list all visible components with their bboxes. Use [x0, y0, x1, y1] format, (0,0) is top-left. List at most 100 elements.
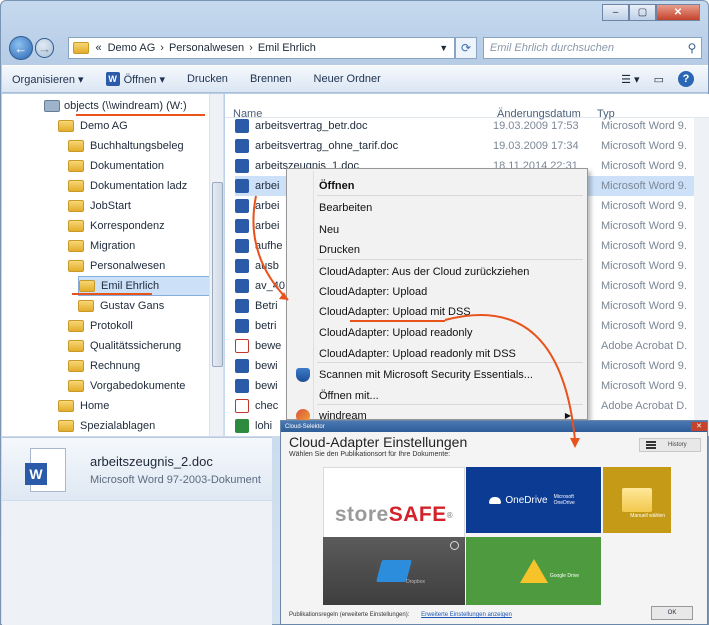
preview-pane-icon[interactable]: ▭ — [654, 73, 664, 86]
breadcrumb-separator-icon[interactable]: › — [160, 42, 164, 54]
refresh-button[interactable]: ⟳ — [455, 37, 477, 59]
context-menu-item[interactable]: Öffnen mit... — [289, 385, 585, 406]
file-type: Microsoft Word 9. — [601, 220, 687, 232]
tree-item[interactable]: Korrespondenz — [68, 216, 165, 236]
folder-icon — [68, 340, 84, 352]
search-icon[interactable]: ⚲ — [683, 41, 701, 55]
file-type: Microsoft Word 9. — [601, 380, 687, 392]
tree-item[interactable]: Home — [58, 396, 109, 416]
file-list-scrollbar[interactable] — [694, 118, 709, 436]
context-menu-item[interactable]: Drucken — [289, 239, 585, 260]
navigation-pane: objects (\\windream) (W:) Demo AG Buchhalt… — [2, 94, 224, 436]
back-button[interactable]: ← — [9, 36, 33, 60]
dropbox-label: Dropbox — [406, 579, 425, 585]
close-button[interactable]: ✕ — [656, 4, 700, 21]
tree-item[interactable]: Gustav Gans — [78, 296, 164, 316]
registered-mark: ® — [446, 510, 454, 520]
breadcrumb-demo-ag[interactable]: Demo AG — [108, 42, 156, 54]
context-menu-item[interactable]: CloudAdapter: Aus der Cloud zurückziehen — [289, 261, 585, 282]
word-icon — [235, 259, 249, 273]
onedrive-tile[interactable]: OneDrive Microsoft OneDrive — [466, 467, 601, 533]
tree-item[interactable]: Migration — [68, 236, 135, 256]
tree-item[interactable]: Rechnung — [68, 356, 140, 376]
file-type: Microsoft Word 9. — [601, 120, 687, 132]
tree-item[interactable]: Emil Ehrlich — [78, 276, 210, 296]
history-button[interactable]: History — [639, 438, 701, 452]
tree-item[interactable]: Qualitätssicherung — [68, 336, 181, 356]
tree-item[interactable]: objects (\\windream) (W:) — [44, 96, 187, 116]
minimize-button[interactable]: – — [602, 4, 629, 21]
grid-icon — [646, 441, 656, 449]
context-menu-item[interactable]: CloudAdapter: Upload — [289, 281, 585, 302]
address-row: ← → « Demo AG › Personalwesen › Emil Ehr… — [9, 35, 702, 61]
chevron-down-icon[interactable]: ▼ — [439, 43, 448, 53]
context-menu-item[interactable]: Bearbeiten — [289, 197, 585, 218]
context-menu-item[interactable]: CloudAdapter: Upload readonly — [289, 322, 585, 343]
word-icon: W — [105, 72, 120, 86]
search-placeholder: Emil Ehrlich durchsuchen — [489, 42, 615, 54]
context-menu-item[interactable]: CloudAdapter: Upload readonly mit DSS — [289, 343, 585, 364]
tree-item[interactable]: Vorgabedokumente — [68, 376, 185, 396]
print-button[interactable]: Drucken — [187, 73, 228, 85]
burn-button[interactable]: Brennen — [250, 73, 292, 85]
context-menu-label: Scannen mit Microsoft Security Essential… — [319, 368, 533, 381]
google-drive-tile[interactable]: Google Drive — [466, 537, 601, 605]
breadcrumb-overflow[interactable]: « — [95, 42, 101, 54]
help-icon[interactable]: ? — [678, 71, 694, 87]
tree-item[interactable]: Personalwesen — [68, 256, 165, 276]
file-type: Microsoft Word 9. — [601, 260, 687, 272]
dropbox-tile[interactable]: Dropbox — [323, 537, 465, 605]
google-drive-icon — [519, 559, 548, 583]
tree-item[interactable]: Demo AG — [58, 116, 128, 136]
breadcrumb-separator-icon[interactable]: › — [249, 42, 253, 54]
file-type: Microsoft Word 9. — [601, 180, 687, 192]
search-input[interactable]: Emil Ehrlich durchsuchen ⚲ — [482, 37, 702, 59]
tree-item-label: Spezialablagen — [80, 420, 156, 432]
file-type: Microsoft Word 9. — [601, 320, 687, 332]
context-menu-item[interactable]: Neu — [289, 219, 585, 240]
open-button[interactable]: W Öffnen ▾ — [105, 72, 165, 86]
check-icon — [450, 541, 459, 550]
tree-item[interactable]: Buchhaltungsbeleg — [68, 136, 184, 156]
file-row[interactable]: arbeitsvertrag_ohne_tarif.doc 19.03.2009 … — [235, 136, 705, 156]
breadcrumb-emil-ehrlich[interactable]: Emil Ehrlich — [258, 42, 316, 54]
context-menu-item[interactable]: Öffnen — [289, 175, 585, 196]
view-controls: ☰ ▾ ▭ ? — [621, 71, 694, 87]
tree-item[interactable]: Protokoll — [68, 316, 133, 336]
tree-item-label: JobStart — [90, 200, 131, 212]
word-icon — [235, 319, 249, 333]
nav-scroll-thumb[interactable] — [212, 182, 223, 367]
new-folder-button[interactable]: Neuer Ordner — [314, 73, 381, 85]
context-menu-label: Öffnen — [319, 179, 355, 192]
tree-item[interactable]: JobStart — [68, 196, 131, 216]
folder-icon — [68, 180, 84, 192]
tree-item-label: Gustav Gans — [100, 300, 165, 312]
tree-item[interactable]: Spezialablagen — [58, 416, 155, 436]
forward-button[interactable]: → — [34, 38, 55, 58]
storesafe-logo-store: store — [334, 503, 389, 526]
manual-folder-tile[interactable]: Manuell wählen — [603, 467, 671, 533]
file-row[interactable]: arbeitsvertrag_betr.doc 19.03.2009 17:53 M… — [235, 116, 705, 136]
context-menu-label: CloudAdapter: Upload readonly mit DSS — [319, 347, 516, 360]
address-bar[interactable]: « Demo AG › Personalwesen › Emil Ehrlich… — [68, 37, 456, 59]
folder-icon — [68, 200, 84, 212]
tree-item[interactable]: Dokumentation ladz — [68, 176, 187, 196]
ok-button[interactable]: OK — [651, 606, 693, 620]
advanced-settings-link[interactable]: Erweiterte Einstellungen anzeigen — [421, 612, 512, 618]
context-menu-item[interactable]: Scannen mit Microsoft Security Essential… — [289, 364, 585, 385]
nav-scrollbar[interactable] — [209, 94, 223, 436]
context-menu-item[interactable]: CloudAdapter: Upload mit DSS — [289, 301, 585, 322]
context-menu-label: Öffnen mit... — [319, 389, 379, 402]
maximize-button[interactable]: ▢ — [629, 4, 656, 21]
dialog-close-button[interactable]: ✕ — [691, 422, 707, 431]
onedrive-label: OneDrive — [505, 494, 548, 506]
command-bar: Organisieren ▾ W Öffnen ▾ Drucken Brenne… — [2, 65, 708, 93]
onedrive-cloud-icon — [489, 496, 502, 504]
tree-item[interactable]: Dokumentation — [68, 156, 164, 176]
view-options-icon[interactable]: ☰ ▾ — [621, 73, 639, 86]
file-type: Microsoft Word 9. — [601, 140, 687, 152]
folder-icon — [78, 300, 94, 312]
cloud-selector-dialog: Cloud-Selektor ✕ Cloud-Adapter Einstellu… — [280, 420, 708, 625]
breadcrumb-personalwesen[interactable]: Personalwesen — [169, 42, 244, 54]
organize-button[interactable]: Organisieren ▾ — [12, 73, 84, 86]
